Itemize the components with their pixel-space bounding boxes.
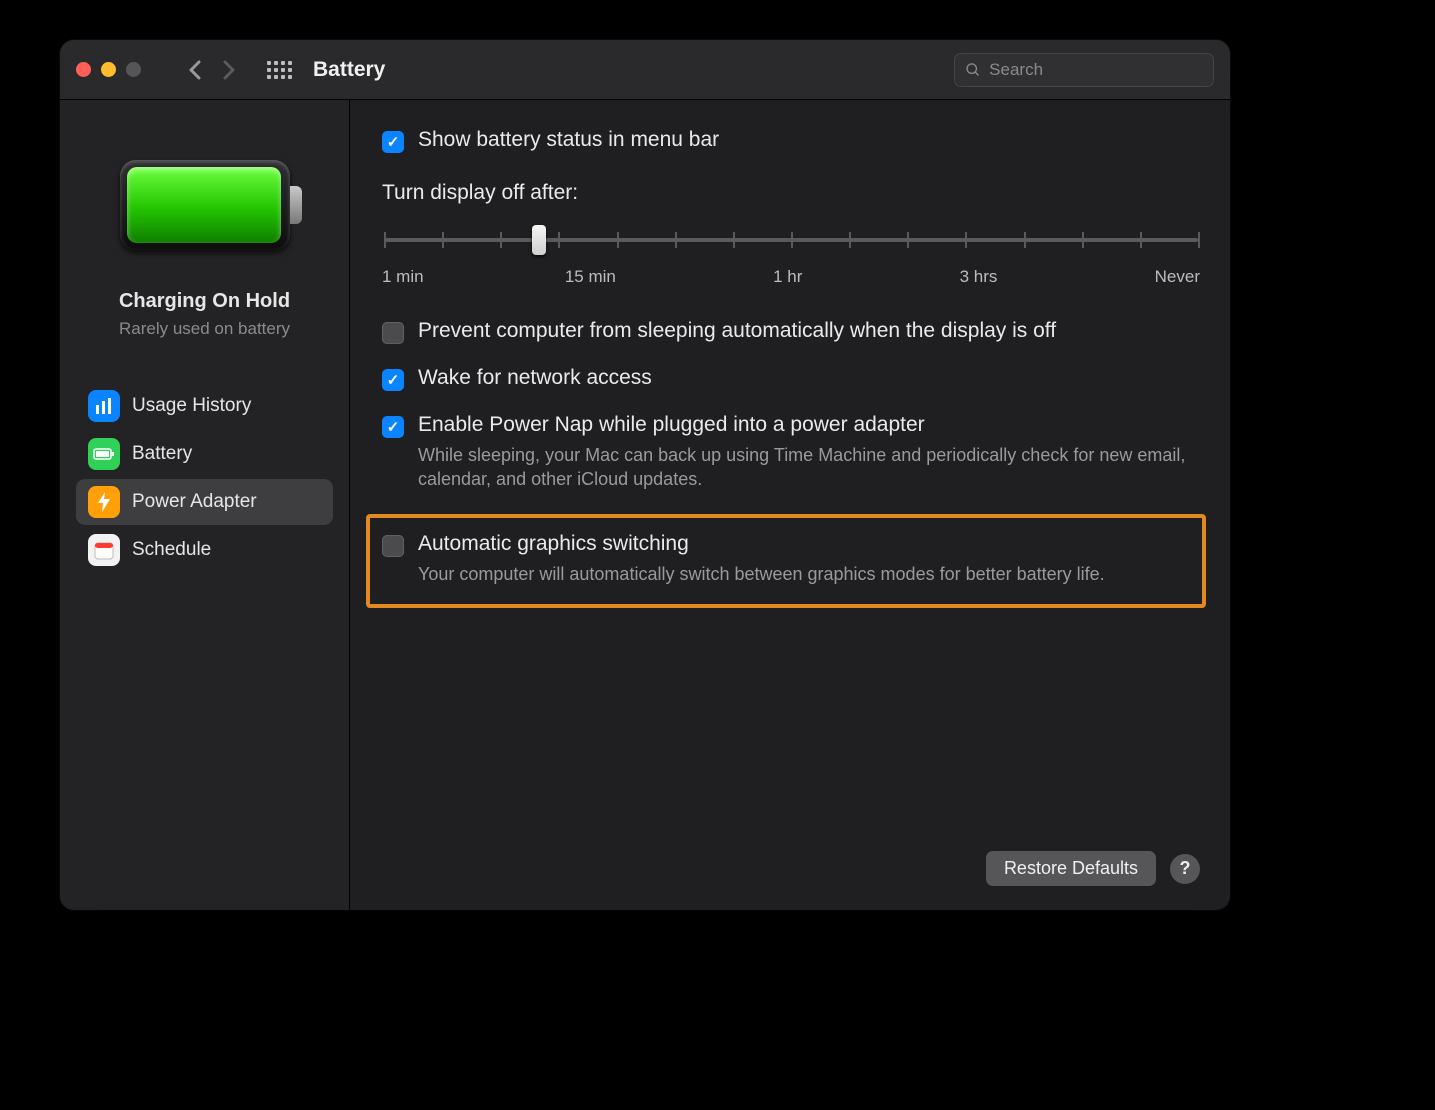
options-list: Prevent computer from sleeping automatic… xyxy=(382,319,1200,608)
search-icon xyxy=(965,61,981,79)
slider-tick xyxy=(965,232,967,248)
sidebar-item-battery[interactable]: Battery xyxy=(76,431,333,477)
option-text: Enable Power Nap while plugged into a po… xyxy=(418,413,1188,492)
sidebar-item-label: Usage History xyxy=(132,395,251,417)
maximize-button[interactable] xyxy=(126,62,141,77)
option-row-inner: ✓ Enable Power Nap while plugged into a p… xyxy=(382,413,1200,492)
option-label: Prevent computer from sleeping automatic… xyxy=(418,319,1056,343)
option-label: Wake for network access xyxy=(418,366,652,390)
restore-defaults-button[interactable]: Restore Defaults xyxy=(986,851,1156,886)
back-button[interactable] xyxy=(181,56,209,84)
battery-status-subtitle: Rarely used on battery xyxy=(119,319,290,339)
forward-button[interactable] xyxy=(215,56,243,84)
option-checkbox[interactable]: ✓ xyxy=(382,369,404,391)
show-status-checkbox[interactable]: ✓ xyxy=(382,131,404,153)
traffic-lights xyxy=(76,62,141,77)
option-checkbox[interactable] xyxy=(382,322,404,344)
option-description: While sleeping, your Mac can back up usi… xyxy=(418,443,1188,492)
option-row-inner: Prevent computer from sleeping automatic… xyxy=(382,319,1200,344)
sidebar: Charging On Hold Rarely used on battery … xyxy=(60,100,350,910)
search-input[interactable] xyxy=(989,60,1203,80)
footer: Restore Defaults ? xyxy=(382,831,1200,886)
slider-tick xyxy=(1024,232,1026,248)
slider-tick xyxy=(384,232,386,248)
slider-tick xyxy=(442,232,444,248)
slider-tick xyxy=(1140,232,1142,248)
slider-label: 1 min xyxy=(382,267,424,287)
slider-tick xyxy=(733,232,735,248)
slider-label: 3 hrs xyxy=(960,267,998,287)
battery-icon xyxy=(88,438,120,470)
option-label: Automatic graphics switching xyxy=(418,532,1105,556)
sidebar-nav: Usage History Battery Power Adapter xyxy=(76,383,333,573)
slider-tick xyxy=(558,232,560,248)
bolt-icon xyxy=(88,486,120,518)
slider-label: 15 min xyxy=(565,267,616,287)
battery-hero-icon xyxy=(120,160,290,250)
minimize-button[interactable] xyxy=(101,62,116,77)
sidebar-item-schedule[interactable]: Schedule xyxy=(76,527,333,573)
bar-chart-icon xyxy=(88,390,120,422)
main-panel: ✓ Show battery status in menu bar Turn d… xyxy=(350,100,1230,910)
slider-tick xyxy=(675,232,677,248)
slider-knob[interactable] xyxy=(532,225,546,255)
slider-tick xyxy=(1198,232,1200,248)
option-row-inner: ✓ Wake for network access xyxy=(382,366,1200,391)
option-text: Automatic graphics switching Your compute… xyxy=(418,532,1105,586)
display-off-label: Turn display off after: xyxy=(382,181,1200,205)
show-all-button[interactable] xyxy=(267,61,289,79)
slider-tick xyxy=(500,232,502,248)
slider-tick xyxy=(1082,232,1084,248)
slider-tick xyxy=(849,232,851,248)
option-row-inner: Automatic graphics switching Your compute… xyxy=(382,532,1188,586)
window-title: Battery xyxy=(313,58,385,82)
option-description: Your computer will automatically switch … xyxy=(418,562,1105,586)
option-row: ✓ Wake for network access xyxy=(382,366,1200,391)
chevron-right-icon xyxy=(222,60,236,80)
option-row: Automatic graphics switching Your compute… xyxy=(366,514,1206,608)
option-row: ✓ Enable Power Nap while plugged into a p… xyxy=(382,413,1200,492)
chevron-left-icon xyxy=(188,60,202,80)
titlebar: Battery xyxy=(60,40,1230,100)
slider-label: 1 hr xyxy=(773,267,802,287)
option-checkbox[interactable] xyxy=(382,535,404,557)
sidebar-item-label: Battery xyxy=(132,443,192,465)
close-button[interactable] xyxy=(76,62,91,77)
sidebar-item-usage-history[interactable]: Usage History xyxy=(76,383,333,429)
sidebar-item-power-adapter[interactable]: Power Adapter xyxy=(76,479,333,525)
option-row: Prevent computer from sleeping automatic… xyxy=(382,319,1200,344)
slider-label: Never xyxy=(1155,267,1200,287)
help-button[interactable]: ? xyxy=(1170,854,1200,884)
preferences-window: Battery Charging On Hold Rarely used on … xyxy=(60,40,1230,910)
option-checkbox[interactable]: ✓ xyxy=(382,416,404,438)
show-status-label: Show battery status in menu bar xyxy=(418,128,719,152)
slider-tick xyxy=(617,232,619,248)
calendar-icon xyxy=(88,534,120,566)
option-label: Enable Power Nap while plugged into a po… xyxy=(418,413,1188,437)
search-field[interactable] xyxy=(954,53,1214,87)
nav-arrows xyxy=(181,56,243,84)
slider-tick xyxy=(907,232,909,248)
window-body: Charging On Hold Rarely used on battery … xyxy=(60,100,1230,910)
battery-status-title: Charging On Hold xyxy=(119,290,290,313)
option-text: Wake for network access xyxy=(418,366,652,390)
display-off-slider[interactable] xyxy=(384,223,1198,257)
slider-tick xyxy=(791,232,793,248)
sidebar-item-label: Power Adapter xyxy=(132,491,257,513)
slider-labels: 1 min 15 min 1 hr 3 hrs Never xyxy=(382,267,1200,287)
sidebar-item-label: Schedule xyxy=(132,539,211,561)
show-status-row: ✓ Show battery status in menu bar xyxy=(382,128,1200,153)
option-text: Prevent computer from sleeping automatic… xyxy=(418,319,1056,343)
